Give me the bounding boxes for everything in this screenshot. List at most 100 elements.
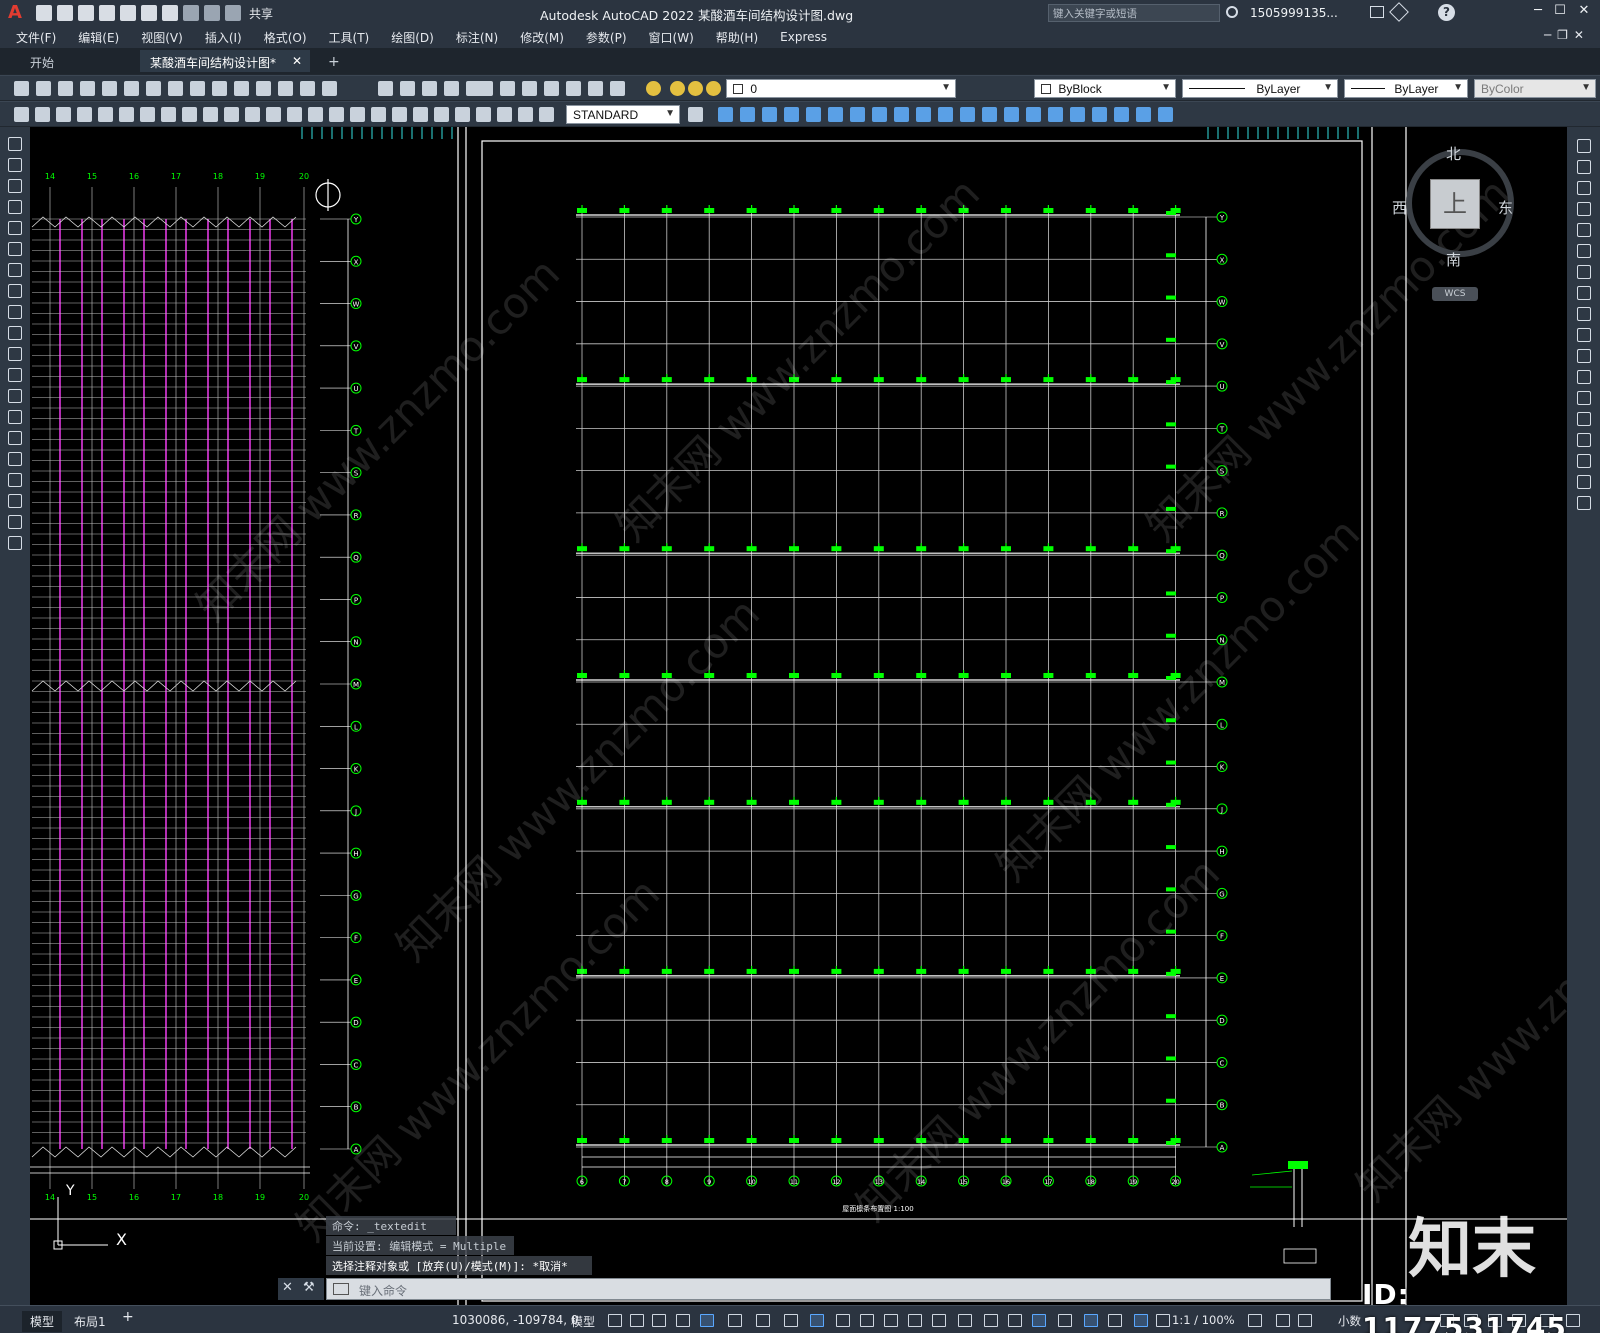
status-toggle-0-icon[interactable] — [608, 1314, 622, 1327]
dimension-tool-14-icon[interactable] — [308, 107, 323, 122]
close-icon[interactable]: ✕ — [282, 1280, 293, 1295]
tab-start[interactable]: 开始 — [20, 50, 64, 72]
dimension-tool-42-icon[interactable] — [1048, 107, 1063, 122]
dimension-tool-32-icon[interactable] — [828, 107, 843, 122]
standard-tool-14-icon[interactable] — [322, 81, 337, 96]
redo-icon[interactable] — [204, 5, 220, 21]
add-layout-button[interactable]: + — [122, 1309, 134, 1325]
draw-tool-13-icon[interactable] — [8, 410, 22, 424]
standard-tool-24-icon[interactable] — [566, 81, 581, 96]
modify-tool-12-icon[interactable] — [1577, 391, 1591, 405]
plot-icon[interactable] — [162, 5, 178, 21]
dimension-tool-1-icon[interactable] — [35, 107, 50, 122]
dimension-tool-23-icon[interactable] — [497, 107, 512, 122]
color-dropdown[interactable]: ByBlock ▼ — [1034, 79, 1176, 98]
modify-tool-11-icon[interactable] — [1577, 370, 1591, 384]
menu-insert[interactable]: 插入(I) — [205, 29, 242, 46]
standard-tool-22-icon[interactable] — [522, 81, 537, 96]
standard-tool-26-icon[interactable] — [610, 81, 625, 96]
draw-tool-3-icon[interactable] — [8, 200, 22, 214]
status-toggle-15-icon[interactable] — [984, 1314, 998, 1327]
status-toggle-9-icon[interactable] — [836, 1314, 850, 1327]
plotstyle-dropdown[interactable]: ByColor ▼ — [1474, 79, 1596, 98]
status-toggle-20-icon[interactable] — [1108, 1314, 1122, 1327]
standard-tool-8-icon[interactable] — [190, 81, 205, 96]
status-toggle-3-icon[interactable] — [676, 1314, 690, 1327]
menu-format[interactable]: 格式(O) — [264, 29, 307, 46]
draw-tool-16-icon[interactable] — [8, 473, 22, 487]
new-tab-button[interactable]: + — [318, 50, 350, 72]
standard-tool-23-icon[interactable] — [544, 81, 559, 96]
annotation-scale[interactable]: 1:1 / 100% — [1172, 1313, 1235, 1327]
dimension-tool-26-icon[interactable] — [688, 107, 703, 122]
draw-tool-18-icon[interactable] — [8, 515, 22, 529]
search-input[interactable]: 键入关键字或短语 — [1048, 4, 1220, 22]
status-right-tool-2-icon[interactable] — [1298, 1314, 1312, 1327]
dimension-tool-13-icon[interactable] — [287, 107, 302, 122]
modify-tool-15-icon[interactable] — [1577, 454, 1591, 468]
status-toggle-17-icon[interactable] — [1032, 1314, 1046, 1327]
dimension-tool-30-icon[interactable] — [784, 107, 799, 122]
standard-tool-25-icon[interactable] — [588, 81, 603, 96]
dimension-tool-36-icon[interactable] — [916, 107, 931, 122]
status-toggle-22-icon[interactable] — [1156, 1314, 1170, 1327]
menu-window[interactable]: 窗口(W) — [649, 29, 694, 46]
status-toggle-8-icon[interactable] — [810, 1314, 824, 1327]
dimension-tool-22-icon[interactable] — [476, 107, 491, 122]
linetype-dropdown[interactable]: ByLayer ▼ — [1182, 79, 1338, 98]
wcs-menu[interactable]: WCS — [1432, 287, 1478, 301]
wrench-icon[interactable]: ⚒ — [303, 1280, 315, 1295]
status-toggle-12-icon[interactable] — [908, 1314, 922, 1327]
save-icon[interactable] — [78, 5, 94, 21]
dimension-tool-15-icon[interactable] — [329, 107, 344, 122]
minimize-icon[interactable]: ─ — [1528, 3, 1548, 21]
status-toggle-2-icon[interactable] — [652, 1314, 666, 1327]
modify-tool-14-icon[interactable] — [1577, 433, 1591, 447]
draw-tool-12-icon[interactable] — [8, 389, 22, 403]
menu-edit[interactable]: 编辑(E) — [78, 29, 119, 46]
dimension-tool-5-icon[interactable] — [119, 107, 134, 122]
viewcube-south[interactable]: 南 — [1446, 249, 1461, 270]
share-button[interactable]: 共享 — [249, 5, 273, 22]
modify-tool-17-icon[interactable] — [1577, 496, 1591, 510]
dimension-tool-34-icon[interactable] — [872, 107, 887, 122]
status-toggle-21-icon[interactable] — [1134, 1314, 1148, 1327]
user-account[interactable]: 1505999135... — [1250, 6, 1338, 20]
dimension-tool-11-icon[interactable] — [245, 107, 260, 122]
draw-tool-7-icon[interactable] — [8, 284, 22, 298]
menu-modify[interactable]: 修改(M) — [520, 29, 564, 46]
standard-tool-21-icon[interactable] — [500, 81, 515, 96]
standard-tool-13-icon[interactable] — [300, 81, 315, 96]
modify-tool-8-icon[interactable] — [1577, 307, 1591, 321]
status-toggle-5-icon[interactable] — [728, 1314, 742, 1327]
dimension-tool-8-icon[interactable] — [182, 107, 197, 122]
modify-tool-6-icon[interactable] — [1577, 265, 1591, 279]
status-toggle-14-icon[interactable] — [958, 1314, 972, 1327]
status-toggle-10-icon[interactable] — [860, 1314, 874, 1327]
viewcube-west[interactable]: 西 — [1392, 197, 1407, 218]
draw-tool-10-icon[interactable] — [8, 347, 22, 361]
modify-tool-2-icon[interactable] — [1577, 181, 1591, 195]
close-icon[interactable]: ✕ — [1574, 3, 1594, 21]
dimension-tool-44-icon[interactable] — [1092, 107, 1107, 122]
dimension-tool-9-icon[interactable] — [203, 107, 218, 122]
command-input[interactable]: 键入命令 — [326, 1278, 1331, 1300]
draw-tool-1-icon[interactable] — [8, 158, 22, 172]
menu-help[interactable]: 帮助(H) — [716, 29, 758, 46]
standard-tool-4-icon[interactable] — [102, 81, 117, 96]
status-right-tool-0-icon[interactable] — [1248, 1314, 1262, 1327]
dimension-tool-31-icon[interactable] — [806, 107, 821, 122]
status-toggle-13-icon[interactable] — [932, 1314, 946, 1327]
standard-tool-12-icon[interactable] — [278, 81, 293, 96]
standard-tool-18-icon[interactable] — [444, 81, 459, 96]
model-space-button[interactable]: 模型 — [571, 1313, 595, 1330]
modify-tool-9-icon[interactable] — [1577, 328, 1591, 342]
dimension-tool-46-icon[interactable] — [1136, 107, 1151, 122]
standard-tool-29-icon[interactable] — [688, 81, 703, 96]
standard-tool-0-icon[interactable] — [14, 81, 29, 96]
maximize-icon[interactable]: ☐ — [1550, 3, 1570, 21]
search-icon[interactable] — [1226, 6, 1238, 18]
modify-tool-13-icon[interactable] — [1577, 412, 1591, 426]
drawing-canvas[interactable]: 14 14 15 15 16 16 17 17 18 18 19 19 20 20 Y X W V U T S R Q P N M… — [30, 127, 1567, 1305]
draw-tool-5-icon[interactable] — [8, 242, 22, 256]
